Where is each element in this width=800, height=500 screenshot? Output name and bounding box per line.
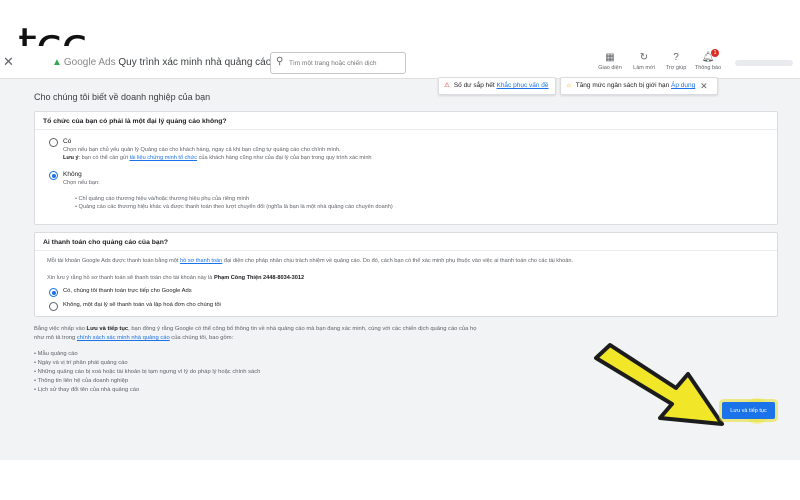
option-label: Có <box>63 138 72 145</box>
warning-icon: ⚠ <box>444 82 450 89</box>
payment-desc-text-end: đại diện cho pháp nhân chịu trách nhiệm … <box>222 258 574 264</box>
payment-profile-link[interactable]: hồ sơ thanh toán <box>180 258 222 264</box>
radio-pay-direct[interactable] <box>49 288 58 297</box>
budget-alert-text: Tăng mức ngân sách bị giới hạn <box>575 82 670 89</box>
tool-layout[interactable]: ▦ Giao diện <box>593 52 627 71</box>
tool-refresh[interactable]: ↻ Làm mới <box>627 52 661 71</box>
footer <box>0 460 800 500</box>
option-label: Không, một đại lý sẽ thanh toán và lập h… <box>63 302 221 308</box>
radio-agency-pays[interactable] <box>49 302 58 311</box>
fix-issue-link[interactable]: Khắc phục vấn đề <box>496 82 548 89</box>
search-box[interactable]: ⚲ <box>270 52 406 74</box>
consent-text-part: Bằng việc nhấp vào <box>34 326 87 332</box>
verification-policy-link[interactable]: chính sách xác minh nhà quảng cáo <box>77 335 170 341</box>
consent-item: • Ngày và vị trí phân phát quảng cáo <box>34 360 128 366</box>
consent-text-line2: như mô tả trong chính sách xác minh nhà … <box>34 335 233 341</box>
tool-label: Trợ giúp <box>665 65 687 71</box>
card-question: Tổ chức của bạn có phải là một đại lý qu… <box>35 112 777 130</box>
bullet-item: • Quảng cáo các thương hiệu khác và được… <box>75 204 393 210</box>
tool-label: Thông báo <box>694 65 722 71</box>
agency-question-card: Tổ chức của bạn có phải là một đại lý qu… <box>34 111 778 225</box>
section-title: Cho chúng tôi biết về doanh nghiệp của b… <box>34 92 211 102</box>
arrow-annotation-icon <box>594 343 724 426</box>
tool-label: Giao diện <box>598 65 622 71</box>
consent-text: Bằng việc nhấp vào Lưu và tiếp tục, bạn … <box>34 326 476 332</box>
notification-badge: 1 <box>711 49 719 57</box>
app-title: ▲ Google Ads Quy trình xác minh nhà quảng… <box>52 57 271 68</box>
search-input[interactable] <box>287 56 405 70</box>
option-desc: Chọn nếu bạn: <box>63 180 100 186</box>
note-text-end: của khách hàng cũng như của đại lý của b… <box>197 155 372 161</box>
note-text: : bạn có thể cần gửi <box>78 155 130 161</box>
close-icon[interactable]: ✕ <box>700 78 708 94</box>
tool-notifications[interactable]: 🔔︎ 1 Thông báo <box>691 49 725 71</box>
option-label: Có, chúng tôi thanh toán trực tiếp cho G… <box>63 288 192 294</box>
payment-desc-text: Mỗi tài khoản Google Ads được thanh toán… <box>47 258 181 264</box>
tool-help[interactable]: ? Trợ giúp <box>659 52 693 71</box>
note-label: Lưu ý <box>63 155 79 161</box>
google-ads-logo-icon: ▲ <box>52 57 62 68</box>
radio-yes[interactable] <box>49 138 58 147</box>
save-and-continue-button[interactable]: Lưu và tiếp tục <box>722 402 775 419</box>
budget-alert: ☼ Tăng mức ngân sách bị giới hạn Áp dụng… <box>560 77 718 95</box>
lightbulb-icon: ☼ <box>566 82 572 89</box>
profile-name: Phạm Công Thiện 2448-8034-3012 <box>213 275 305 281</box>
consent-item: • Những quảng cáo bị xoá hoặc tài khoản … <box>34 369 261 375</box>
consent-bold: Lưu và tiếp tục <box>86 326 129 332</box>
refresh-icon: ↻ <box>639 52 649 63</box>
org-docs-link[interactable]: tài liệu chứng minh tổ chức <box>130 155 198 161</box>
app-bar: ✕ ▲ Google Ads Quy trình xác minh nhà quả… <box>0 46 800 79</box>
search-icon: ⚲ <box>276 56 284 67</box>
card-question: Ai thanh toán cho quảng cáo của bạn? <box>35 233 777 251</box>
payment-profile-note: Xin lưu ý rằng hồ sơ thanh toán sẽ thanh… <box>47 275 304 281</box>
tool-label: Làm mới <box>633 65 655 71</box>
consent-text-part: như mô tả trong <box>34 335 77 341</box>
option-desc: Chọn nếu bạn chủ yếu quản lý Quảng cáo c… <box>63 147 341 153</box>
balance-alert-text: Số dư sắp hết <box>453 82 495 89</box>
help-icon: ? <box>673 52 679 63</box>
close-icon[interactable]: ✕ <box>3 54 14 70</box>
payment-question-card: Ai thanh toán cho quảng cáo của bạn? Mỗi… <box>34 232 778 317</box>
profile-note-text: Xin lưu ý rằng hồ sơ thanh toán sẽ thanh… <box>47 275 214 281</box>
bell-icon: 🔔︎ <box>701 52 715 63</box>
consent-text-part: , bạn đồng ý rằng Google có thể công bố … <box>128 326 477 332</box>
consent-item: • Thông tin liên hệ của doanh nghiệp <box>34 378 129 384</box>
consent-item: • Mẫu quảng cáo <box>34 351 78 357</box>
payment-desc: Mỗi tài khoản Google Ads được thanh toán… <box>47 258 573 264</box>
account-info[interactable] <box>735 60 793 66</box>
top-strip <box>0 0 800 46</box>
layout-icon: ▦ <box>605 52 615 63</box>
option-label: Không <box>63 171 82 178</box>
brand-name: Google Ads <box>63 57 116 68</box>
bullet-item: • Chỉ quảng cáo thương hiệu và/hoặc thươ… <box>75 196 250 202</box>
radio-no[interactable] <box>49 171 58 180</box>
consent-text-part: của chúng tôi, bao gồm: <box>169 335 234 341</box>
apply-link[interactable]: Áp dụng <box>671 82 695 89</box>
page-title: Quy trình xác minh nhà quảng cáo <box>118 57 272 68</box>
balance-alert: ⚠ Số dư sắp hết Khắc phục vấn đề <box>438 77 556 95</box>
consent-item: • Lịch sử thay đổi tên của nhà quảng cáo <box>34 387 140 393</box>
option-note: Lưu ý: bạn có thể cần gửi tài liệu chứng… <box>63 155 372 161</box>
